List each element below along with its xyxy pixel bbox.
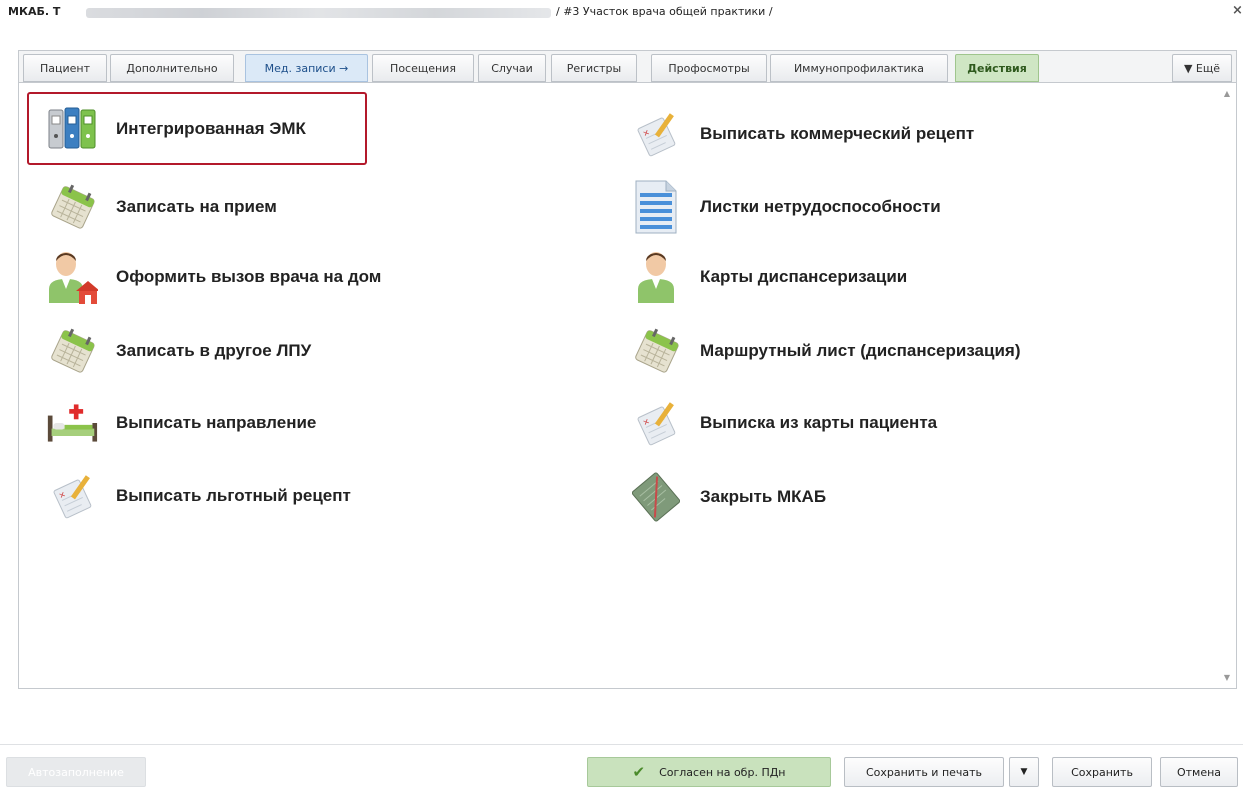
consent-label: Согласен на обр. ПДн (659, 765, 786, 779)
action-commercial-prescription[interactable]: ✕ Выписать коммерческий рецепт (630, 103, 974, 165)
action-label: Записать в другое ЛПУ (116, 341, 312, 360)
action-privilege-prescription[interactable]: ✕ Выписать льготный рецепт (46, 465, 351, 527)
calendar-icon (46, 325, 98, 377)
action-label: Выписать льготный рецепт (116, 486, 351, 505)
tab-patient[interactable]: Пациент (23, 54, 107, 82)
tab-strip: Пациент Дополнительно Мед. записи → Посе… (18, 50, 1237, 82)
actions-panel: ▲ ▼ (18, 82, 1237, 689)
save-print-dropdown[interactable]: ▼ (1009, 757, 1039, 787)
action-label: Выписать коммерческий рецепт (700, 124, 975, 143)
tab-med-records[interactable]: Мед. записи → (245, 54, 368, 82)
action-label: Листки нетрудоспособности (700, 197, 941, 216)
action-other-lpu[interactable]: Записать в другое ЛПУ (46, 320, 311, 382)
calendar-icon (46, 181, 98, 233)
prescription-icon: ✕ (630, 397, 682, 449)
tab-registers[interactable]: Регистры (551, 54, 637, 82)
action-home-visit[interactable]: Оформить вызов врача на дом (46, 246, 381, 308)
action-make-appointment[interactable]: Записать на прием (46, 176, 277, 238)
action-label: Карты диспансеризации (700, 267, 908, 286)
action-dispensary-cards[interactable]: Карты диспансеризации (630, 246, 907, 308)
tab-visits[interactable]: Посещения (372, 54, 474, 82)
scroll-up-icon[interactable]: ▲ (1224, 89, 1230, 98)
action-label: Интегрированная ЭМК (116, 119, 306, 138)
action-label: Закрыть МКАБ (700, 487, 827, 506)
close-card-icon (630, 471, 682, 523)
action-referral[interactable]: Выписать направление (46, 392, 316, 454)
action-route-sheet[interactable]: Маршрутный лист (диспансеризация) (630, 320, 1021, 382)
footer-divider (0, 744, 1243, 745)
doctor-home-icon (46, 251, 98, 304)
close-icon[interactable]: × (1232, 3, 1243, 18)
window-title-prefix: МКАБ. Т (8, 5, 61, 18)
prescription-icon: ✕ (630, 108, 682, 160)
action-label: Записать на прием (116, 197, 277, 216)
tab-actions[interactable]: Действия (955, 54, 1039, 82)
action-label: Выписка из карты пациента (700, 413, 938, 432)
action-card-extract[interactable]: ✕ Выписка из карты пациента (630, 392, 937, 454)
save-button[interactable]: Сохранить (1052, 757, 1152, 787)
doctor-icon (630, 251, 682, 303)
redacted-patient-name (86, 8, 551, 18)
cancel-button[interactable]: Отмена (1160, 757, 1238, 787)
tab-immunoprophylaxis[interactable]: Иммунопрофилактика (770, 54, 948, 82)
chevron-down-icon: ▼ (1020, 767, 1028, 777)
tab-more[interactable]: ▼ Ещё (1172, 54, 1232, 82)
action-label: Оформить вызов врача на дом (116, 267, 382, 286)
prescription-icon: ✕ (46, 470, 98, 522)
action-sick-leave[interactable]: Листки нетрудоспособности (630, 176, 941, 238)
action-label: Маршрутный лист (диспансеризация) (700, 341, 1021, 360)
autofill-button[interactable]: Автозаполнение (6, 757, 146, 787)
tab-checkups[interactable]: Профосмотры (651, 54, 767, 82)
action-close-mkab[interactable]: Закрыть МКАБ (630, 466, 826, 528)
action-integrated-emk[interactable]: Интегрированная ЭМК (46, 98, 306, 160)
mkab-window: МКАБ. Т / #3 Участок врача общей практик… (0, 0, 1243, 798)
scroll-down-icon[interactable]: ▼ (1224, 673, 1230, 682)
action-label: Выписать направление (116, 413, 317, 432)
sick-leave-icon (630, 180, 682, 234)
tab-cases[interactable]: Случаи (478, 54, 546, 82)
window-title-suffix: / #3 Участок врача общей практики / (556, 5, 773, 18)
integrated-emk-icon (46, 103, 98, 155)
save-print-button[interactable]: Сохранить и печать (844, 757, 1004, 787)
consent-button[interactable]: ✔ Согласен на обр. ПДн (587, 757, 831, 787)
calendar-icon (630, 325, 682, 377)
title-bar: МКАБ. Т / #3 Участок врача общей практик… (0, 0, 1243, 26)
checkmark-icon: ✔ (632, 763, 646, 781)
hospital-bed-icon (46, 397, 98, 449)
tab-additional[interactable]: Дополнительно (110, 54, 234, 82)
